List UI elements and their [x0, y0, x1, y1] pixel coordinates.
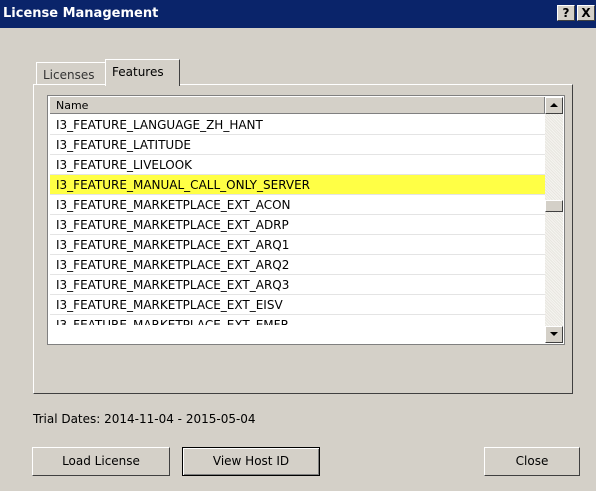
title-bar[interactable]: License Management ? X	[0, 0, 596, 28]
list-item[interactable]: I3_FEATURE_MARKETPLACE_EXT_EMFR	[50, 315, 545, 325]
list-item[interactable]: I3_FEATURE_MANUAL_CALL_ONLY_SERVER	[50, 175, 545, 195]
load-license-button[interactable]: Load License	[32, 447, 170, 476]
list-item[interactable]: I3_FEATURE_LANGUAGE_ZH_HANT	[50, 115, 545, 135]
scroll-thumb[interactable]	[545, 200, 563, 212]
arrow-down-icon	[550, 332, 558, 336]
tab-licenses[interactable]: Licenses	[36, 62, 106, 84]
trial-dates: Trial Dates: 2014-11-04 - 2015-05-04	[33, 412, 256, 426]
list-rows: I3_FEATURE_LANGUAGE_ZH_HANT I3_FEATURE_LA…	[50, 115, 545, 325]
list-item[interactable]: I3_FEATURE_MARKETPLACE_EXT_ARQ2	[50, 255, 545, 275]
tab-features[interactable]: Features	[105, 59, 180, 86]
list-item[interactable]: I3_FEATURE_MARKETPLACE_EXT_ARQ1	[50, 235, 545, 255]
list-item[interactable]: I3_FEATURE_MARKETPLACE_EXT_ARQ3	[50, 275, 545, 295]
scroll-down-button[interactable]	[545, 326, 563, 343]
features-list[interactable]: Name I3_FEATURE_LANGUAGE_ZH_HANT I3_FEATU…	[47, 95, 565, 345]
scroll-up-button[interactable]	[545, 97, 563, 114]
list-item[interactable]: I3_FEATURE_LATITUDE	[50, 135, 545, 155]
window-title: License Management	[3, 6, 159, 21]
list-item[interactable]: I3_FEATURE_LIVELOOK	[50, 155, 545, 175]
column-header-name[interactable]: Name	[50, 97, 545, 114]
vertical-scrollbar[interactable]	[545, 97, 563, 343]
list-item[interactable]: I3_FEATURE_MARKETPLACE_EXT_ACON	[50, 195, 545, 215]
list-item[interactable]: I3_FEATURE_MARKETPLACE_EXT_ADRP	[50, 215, 545, 235]
list-item[interactable]: I3_FEATURE_MARKETPLACE_EXT_EISV	[50, 295, 545, 315]
close-button[interactable]: Close	[484, 447, 580, 476]
arrow-up-icon	[550, 103, 558, 107]
view-host-id-button[interactable]: View Host ID	[182, 447, 320, 476]
close-window-button[interactable]: X	[577, 5, 595, 21]
help-button[interactable]: ?	[557, 5, 575, 21]
